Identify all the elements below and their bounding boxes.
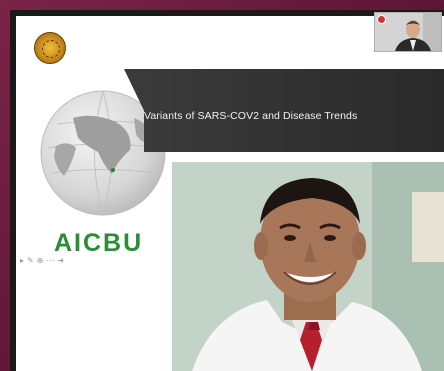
recording-indicator-icon (377, 15, 386, 24)
menu-icon[interactable]: ⋯ (46, 256, 54, 265)
slide-toolbar[interactable]: ▸ ✎ ⊕ ⋯ ➜ (20, 256, 64, 265)
speaker-photo (172, 162, 444, 371)
speaker-video (172, 162, 444, 371)
zoom-icon[interactable]: ⊕ (37, 256, 44, 265)
next-icon[interactable]: ➜ (57, 256, 64, 265)
pen-icon[interactable]: ✎ (27, 256, 34, 265)
participant-thumbnail[interactable] (374, 12, 442, 52)
pointer-icon[interactable]: ▸ (20, 256, 24, 265)
university-logo-icon (34, 32, 66, 64)
brand-logo-text: AICBU (54, 229, 144, 257)
slide-title: Variants of SARS-COV2 and Disease Trends (144, 110, 358, 122)
